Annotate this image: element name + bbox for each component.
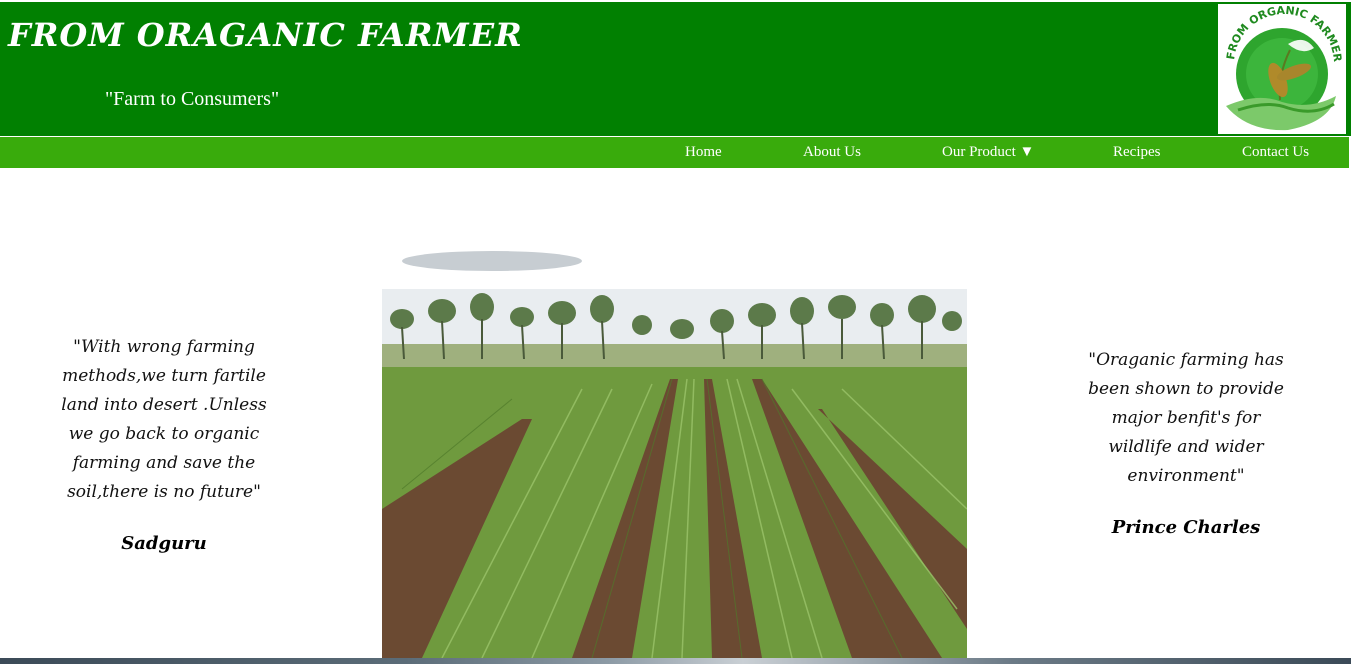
quote-line: wildlife and wider [1108, 437, 1264, 457]
quote-line: farming and save the [72, 453, 256, 473]
nav-about-us[interactable]: About Us [803, 137, 861, 168]
site-title: FROM ORAGANIC FARMER [8, 16, 523, 54]
logo[interactable]: FROM ORGANIC FARMER [1218, 4, 1346, 134]
taskbar-strip [0, 658, 1351, 664]
site-header: FROM ORAGANIC FARMER "Farm to Consumers"… [0, 2, 1351, 136]
quote-left-author: Sadguru [121, 533, 207, 554]
farm-field-photo [382, 249, 967, 658]
quote-line: "With wrong farming [73, 337, 255, 357]
quote-line: "Oraganic farming has [1088, 350, 1284, 370]
quote-line: land into desert .Unless [61, 395, 267, 415]
quote-line: major benfit's for [1111, 408, 1261, 428]
nav-home[interactable]: Home [685, 137, 722, 168]
quote-line: been shown to provide [1088, 379, 1284, 399]
organic-farmer-logo-icon: FROM ORGANIC FARMER [1224, 4, 1344, 131]
farm-field-image [382, 249, 967, 658]
quote-left: "With wrong farming methods,we turn fart… [44, 333, 284, 507]
quote-right-author: Prince Charles [1111, 517, 1261, 538]
site-tagline: "Farm to Consumers" [105, 88, 280, 110]
quote-right: "Oraganic farming has been shown to prov… [1066, 346, 1306, 491]
quote-line: environment" [1127, 466, 1245, 486]
nav-recipes[interactable]: Recipes [1113, 137, 1160, 168]
quote-line: methods,we turn fartile [62, 366, 266, 386]
quote-line: we go back to organic [68, 424, 260, 444]
nav-contact-us[interactable]: Contact Us [1242, 137, 1309, 168]
quote-line: soil,there is no future" [67, 482, 261, 502]
main-nav: Home About Us Our Product ▼ Recipes Cont… [0, 137, 1349, 168]
nav-our-product-dropdown[interactable]: Our Product ▼ [942, 137, 1034, 168]
